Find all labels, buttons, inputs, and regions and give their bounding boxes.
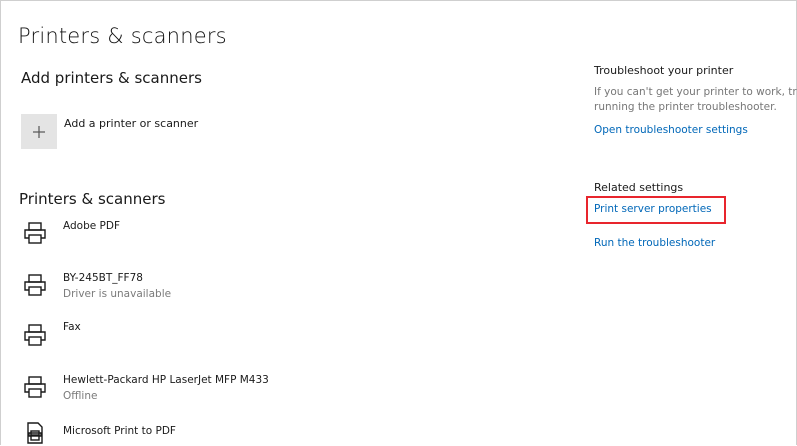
printer-icon	[24, 222, 46, 244]
related-settings-heading: Related settings	[594, 181, 684, 194]
add-printer-label[interactable]: Add a printer or scanner	[64, 117, 198, 130]
print-server-properties-link[interactable]: Print server properties	[594, 203, 712, 215]
troubleshoot-heading: Troubleshoot your printer	[594, 64, 734, 77]
plus-icon	[33, 125, 45, 138]
printer-icon	[24, 274, 46, 296]
page-title: Printers & scanners	[18, 24, 227, 48]
printer-icon	[24, 324, 46, 346]
settings-window: Printers & scanners Add printers & scann…	[0, 0, 797, 445]
printer-name: Fax	[63, 321, 81, 333]
troubleshoot-description: If you can't get your printer to work, t…	[594, 86, 797, 113]
printer-status: Driver is unavailable	[63, 288, 172, 300]
printer-name: Hewlett-Packard HP LaserJet MFP M433	[63, 374, 269, 386]
printer-icon	[24, 376, 46, 398]
add-section-title: Add printers & scanners	[21, 69, 202, 87]
printers-section-title: Printers & scanners	[19, 190, 166, 208]
printer-name: Adobe PDF	[63, 220, 121, 232]
open-troubleshooter-link[interactable]: Open troubleshooter settings	[594, 124, 748, 136]
printer-status: Offline	[63, 390, 98, 402]
printer-name: Microsoft Print to PDF	[63, 425, 176, 437]
printer-name: BY-245BT_FF78	[63, 272, 143, 284]
pdf-printer-icon	[27, 422, 43, 444]
run-troubleshooter-link[interactable]: Run the troubleshooter	[594, 237, 715, 249]
add-printer-button[interactable]	[21, 114, 57, 149]
